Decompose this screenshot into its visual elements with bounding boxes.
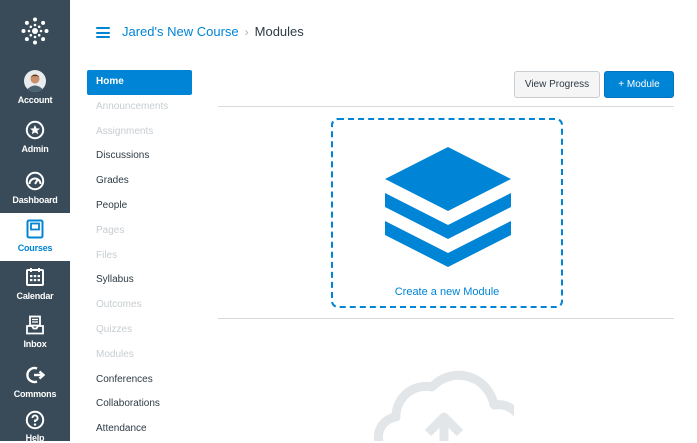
- breadcrumb: Jared's New Course › Modules: [122, 24, 304, 39]
- create-module-label: Create a new Module: [394, 286, 500, 298]
- avatar: [24, 70, 46, 92]
- breadcrumb-current: Modules: [254, 24, 304, 39]
- create-module-dropzone[interactable]: Create a new Module: [331, 118, 563, 308]
- global-nav-admin[interactable]: Admin: [0, 117, 70, 165]
- global-nav-commons[interactable]: Commons: [0, 362, 70, 410]
- course-nav-modules[interactable]: Modules: [87, 343, 195, 368]
- global-nav-courses-label: Courses: [17, 243, 53, 253]
- global-nav-calendar[interactable]: Calendar: [0, 264, 70, 312]
- calendar-icon: [24, 266, 46, 288]
- course-nav-collaborations[interactable]: Collaborations: [87, 392, 195, 417]
- shield-icon: [24, 119, 46, 141]
- global-nav-courses[interactable]: Courses: [0, 213, 70, 261]
- global-nav-dashboard-label: Dashboard: [12, 195, 58, 205]
- cloud-upload-icon: [374, 370, 514, 441]
- view-progress-button[interactable]: View Progress: [514, 71, 600, 98]
- courses-icon: [24, 218, 46, 240]
- global-nav-dashboard[interactable]: Dashboard: [0, 168, 70, 216]
- global-nav-inbox[interactable]: Inbox: [0, 312, 70, 360]
- course-nav-people[interactable]: People: [87, 194, 195, 219]
- course-nav-announcements[interactable]: Announcements: [87, 95, 195, 120]
- add-module-button[interactable]: + Module: [604, 71, 674, 98]
- course-nav-conferences[interactable]: Conferences: [87, 368, 195, 393]
- global-nav: Account Admin Dashboard Courses Calendar…: [0, 0, 70, 443]
- inbox-icon: [24, 314, 46, 336]
- course-nav-syllabus[interactable]: Syllabus: [87, 268, 195, 293]
- global-nav-account-label: Account: [17, 95, 53, 105]
- course-nav-quizzes[interactable]: Quizzes: [87, 318, 195, 343]
- global-nav-calendar-label: Calendar: [16, 291, 54, 301]
- canvas-logo-icon[interactable]: [0, 0, 70, 62]
- global-nav-commons-label: Commons: [13, 389, 57, 399]
- content-divider: [218, 318, 674, 319]
- toolbar-divider: [218, 106, 674, 107]
- course-nav-attendance[interactable]: Attendance: [87, 417, 195, 442]
- course-nav-files[interactable]: Files: [87, 244, 195, 269]
- global-nav-inbox-label: Inbox: [23, 339, 47, 349]
- help-icon: [24, 410, 46, 430]
- course-nav-discussions[interactable]: Discussions: [87, 144, 195, 169]
- course-nav-pages[interactable]: Pages: [87, 219, 195, 244]
- course-nav-assignments[interactable]: Assignments: [87, 120, 195, 145]
- course-nav-home[interactable]: Home: [87, 70, 192, 95]
- global-nav-help-label: Help: [25, 433, 45, 443]
- course-nav: Home Announcements Assignments Discussio…: [87, 70, 195, 442]
- hamburger-icon[interactable]: [96, 27, 110, 38]
- dashboard-icon: [24, 170, 46, 192]
- course-nav-outcomes[interactable]: Outcomes: [87, 293, 195, 318]
- global-nav-admin-label: Admin: [21, 144, 49, 154]
- breadcrumb-separator: ›: [244, 25, 249, 39]
- breadcrumb-course-link[interactable]: Jared's New Course: [122, 24, 239, 39]
- global-nav-help[interactable]: Help: [0, 408, 70, 443]
- course-nav-grades[interactable]: Grades: [87, 169, 195, 194]
- commons-icon: [24, 364, 46, 386]
- global-nav-account[interactable]: Account: [0, 68, 70, 116]
- module-stack-icon: [385, 147, 511, 267]
